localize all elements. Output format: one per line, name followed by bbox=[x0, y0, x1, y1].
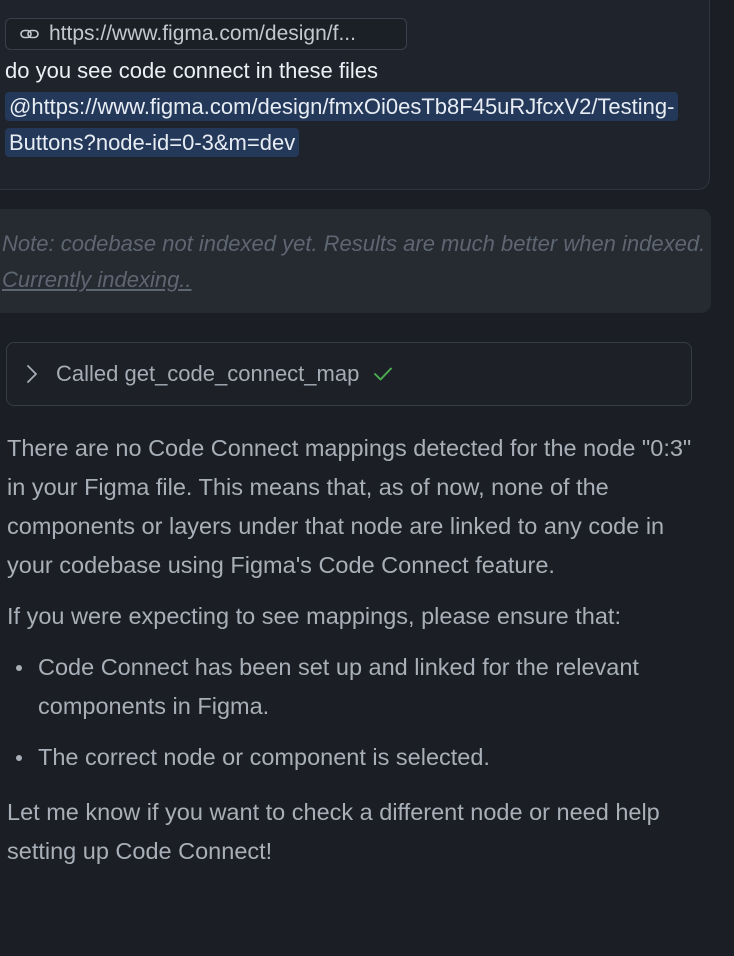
response-paragraph-2: If you were expecting to see mappings, p… bbox=[7, 603, 621, 629]
chat-panel: https://www.figma.com/design/f... do you… bbox=[0, 0, 734, 956]
link-chip-label: https://www.figma.com/design/f... bbox=[49, 22, 356, 45]
list-item: Code Connect has been set up and linked … bbox=[7, 648, 707, 726]
user-message-text: do you see code connect in these files @… bbox=[5, 53, 705, 161]
list-item-text: Code Connect has been set up and linked … bbox=[38, 654, 639, 719]
list-item: The correct node or component is selecte… bbox=[7, 738, 707, 777]
bullet-dot bbox=[16, 665, 22, 671]
chevron-right-icon bbox=[26, 363, 42, 385]
response-paragraph-3: Let me know if you want to check a diffe… bbox=[7, 799, 660, 864]
bullet-dot bbox=[16, 755, 22, 761]
response-paragraph-1: There are no Code Connect mappings detec… bbox=[7, 435, 692, 578]
tool-call-toggle[interactable]: Called get_code_connect_map bbox=[6, 342, 692, 406]
user-message-body: do you see code connect in these files bbox=[5, 58, 379, 83]
note-text: Note: codebase not indexed yet. Results … bbox=[2, 231, 706, 256]
link-attachment-chip[interactable]: https://www.figma.com/design/f... bbox=[5, 18, 407, 50]
list-item-text: The correct node or component is selecte… bbox=[38, 744, 490, 770]
figma-url-mention[interactable]: @https://www.figma.com/design/fmxOi0esTb… bbox=[5, 92, 679, 157]
link-icon bbox=[19, 26, 41, 42]
user-message-card: https://www.figma.com/design/f... do you… bbox=[0, 0, 710, 190]
indexing-note: Note: codebase not indexed yet. Results … bbox=[0, 209, 711, 313]
tool-call-label: Called get_code_connect_map bbox=[56, 361, 360, 386]
assistant-response: There are no Code Connect mappings detec… bbox=[7, 429, 707, 871]
response-bullet-list: Code Connect has been set up and linked … bbox=[7, 648, 707, 777]
indexing-link[interactable]: Currently indexing.. bbox=[2, 267, 192, 292]
check-icon bbox=[373, 366, 393, 382]
